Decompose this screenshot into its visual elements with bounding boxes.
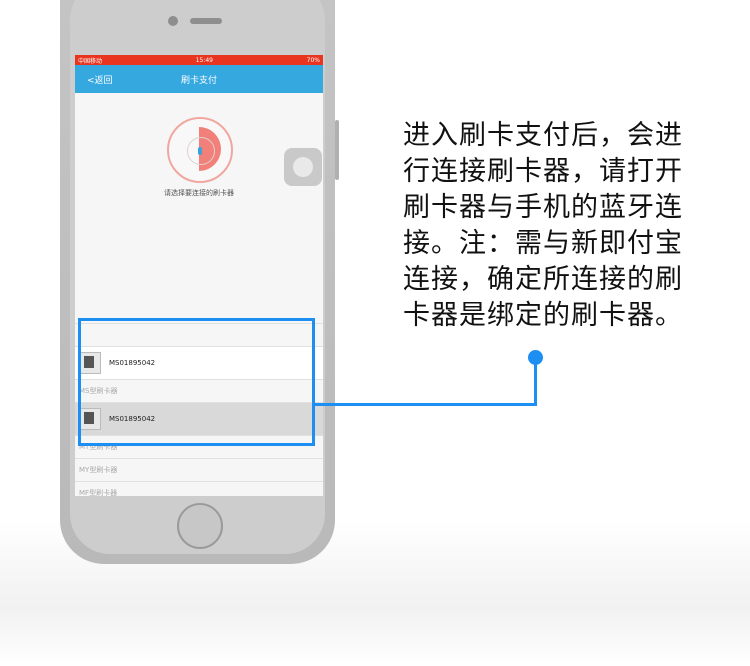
select-reader-hint: 请选择要连接的刷卡器 xyxy=(164,189,234,197)
annotation-text: 进入刷卡支付后，会进行连接刷卡器，请打开刷卡器与手机的蓝牙连接。注：需与新即付宝… xyxy=(403,120,683,331)
device-highlight-box xyxy=(78,318,315,446)
front-camera xyxy=(168,16,178,26)
section-header[interactable]: MY型刷卡器 xyxy=(75,458,323,481)
nav-bar: <返回 刷卡支付 xyxy=(75,65,323,93)
callout-dot xyxy=(528,350,543,365)
scan-radar-icon xyxy=(167,117,233,183)
phone-marker-icon xyxy=(198,147,202,155)
callout-line xyxy=(315,403,536,406)
battery-label: 70% xyxy=(306,56,320,64)
side-button xyxy=(335,120,339,180)
clock: 15:49 xyxy=(195,56,213,64)
back-button[interactable]: <返回 xyxy=(87,73,113,86)
home-button[interactable] xyxy=(177,503,223,549)
speaker xyxy=(190,18,222,24)
assistive-touch-icon[interactable] xyxy=(284,148,322,186)
carrier-label: 中国移动 xyxy=(78,57,103,65)
status-bar: 中国移动 15:49 70% xyxy=(75,55,323,65)
section-header[interactable]: MF型刷卡器 xyxy=(75,481,323,496)
